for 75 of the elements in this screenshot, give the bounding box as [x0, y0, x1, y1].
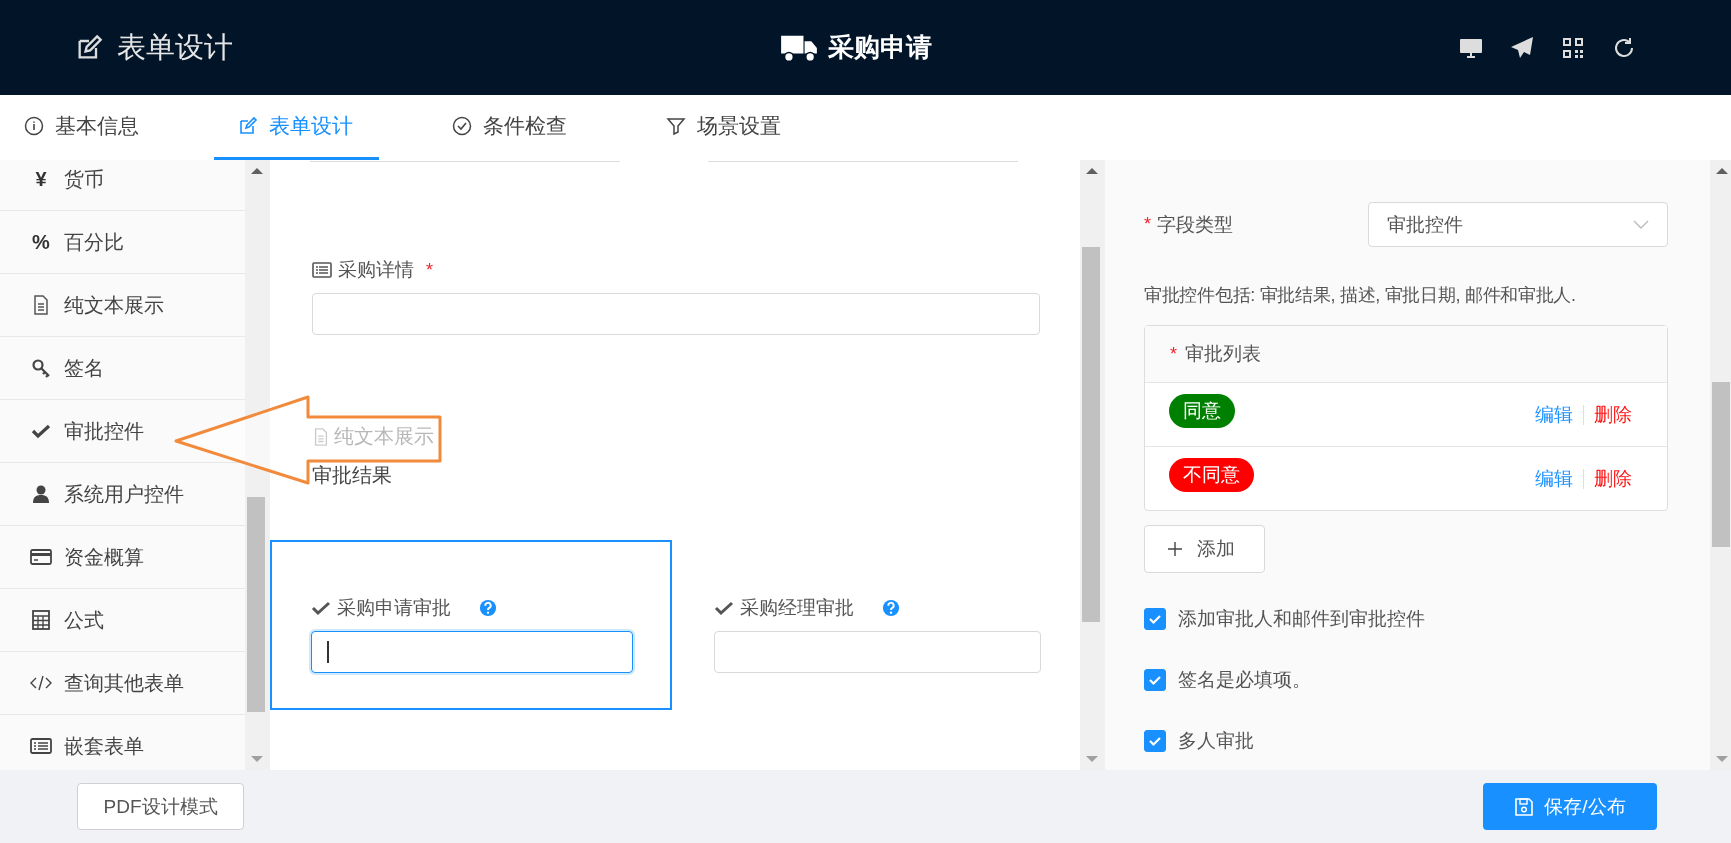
key-icon — [30, 358, 52, 378]
add-button[interactable]: 添加 — [1144, 525, 1265, 573]
check-icon — [714, 600, 734, 616]
checkbox[interactable] — [1144, 729, 1166, 752]
refresh-icon[interactable] — [1612, 35, 1636, 60]
list-icon — [312, 262, 332, 278]
scrollbar-thumb[interactable] — [1082, 247, 1100, 622]
scroll-down-icon[interactable] — [250, 756, 263, 762]
user-icon — [30, 484, 52, 504]
scroll-down-icon[interactable] — [1715, 756, 1728, 762]
page-title: 表单设计 — [117, 29, 233, 65]
document-icon — [312, 426, 330, 447]
scroll-up-icon[interactable] — [1715, 168, 1728, 174]
item-label: 货币 — [64, 166, 104, 192]
edit-icon — [238, 116, 258, 136]
help-icon[interactable] — [479, 599, 497, 617]
tab[interactable]: 基本信息 — [0, 95, 165, 160]
result-tag: 同意 — [1169, 393, 1235, 428]
symbol-icon: ¥ — [30, 167, 52, 191]
scroll-down-icon[interactable] — [1085, 756, 1098, 762]
required-mark: * — [1144, 214, 1151, 235]
item-label: 纯文本展示 — [64, 292, 164, 318]
drag-ghost-label: 纯文本展示 — [334, 424, 434, 449]
check-icon — [311, 600, 331, 616]
field-label: 采购经理审批 — [740, 596, 854, 620]
field-label: 采购详情 — [338, 258, 414, 282]
list-icon — [30, 736, 52, 756]
required-mark: * — [426, 259, 433, 281]
item-label: 资金概算 — [64, 544, 144, 570]
form-name: 采购申请 — [827, 31, 932, 64]
form-field[interactable]: 采购经理审批 — [672, 540, 1080, 710]
form-field[interactable]: 采购申请审批 — [270, 540, 672, 710]
item-label: 签名 — [64, 355, 104, 381]
option-label: 签名是必填项。 — [1178, 667, 1311, 692]
tab[interactable]: 场景设置 — [642, 95, 807, 160]
required-mark: * — [1170, 343, 1177, 365]
option-label: 添加审批人和邮件到审批控件 — [1178, 606, 1425, 631]
item-label: 查询其他表单 — [64, 670, 184, 696]
scrollbar-thumb[interactable] — [247, 497, 265, 712]
input-field[interactable] — [311, 631, 633, 673]
result-tag: 不同意 — [1169, 457, 1254, 492]
scroll-up-icon[interactable] — [250, 168, 263, 174]
tab[interactable]: 条件检查 — [428, 95, 593, 160]
filter-icon — [666, 116, 686, 136]
save-icon — [1514, 796, 1535, 817]
paper-plane-icon[interactable] — [1510, 35, 1534, 60]
field-label: 采购申请审批 — [337, 596, 451, 620]
option-label: 多人审批 — [1178, 728, 1254, 753]
code-icon — [30, 673, 52, 693]
description-text: 审批控件包括: 审批结果, 描述, 审批日期, 邮件和审批人. — [1144, 284, 1577, 307]
qr-code-icon[interactable] — [1561, 35, 1585, 60]
field-label: 字段类型 — [1157, 212, 1233, 237]
help-icon[interactable] — [882, 599, 900, 617]
display-text: 审批结果 — [312, 463, 393, 488]
checkbox[interactable] — [1144, 668, 1166, 691]
calculator-icon — [30, 610, 52, 630]
delete-link[interactable]: 删除 — [1594, 401, 1632, 428]
scroll-up-icon[interactable] — [1085, 168, 1098, 174]
check-circle-icon — [452, 116, 472, 136]
list-title: 审批列表 — [1185, 342, 1261, 366]
item-label: 百分比 — [64, 229, 124, 255]
symbol-icon: % — [30, 230, 52, 254]
item-label: 系统用户控件 — [64, 481, 184, 507]
delete-link[interactable]: 删除 — [1594, 465, 1632, 492]
chevron-down-icon — [1633, 219, 1649, 230]
item-label: 公式 — [64, 607, 104, 633]
scrollbar-thumb[interactable] — [1712, 382, 1730, 547]
pdf-design-button[interactable]: PDF设计模式 — [77, 783, 244, 830]
info-icon — [24, 116, 44, 136]
type-select[interactable]: 审批控件 — [1368, 202, 1668, 247]
card-icon — [30, 547, 52, 567]
item-label: 嵌套表单 — [64, 733, 144, 759]
plus-icon — [1167, 541, 1183, 557]
item-label: 审批控件 — [64, 418, 144, 444]
checkbox[interactable] — [1144, 607, 1166, 630]
